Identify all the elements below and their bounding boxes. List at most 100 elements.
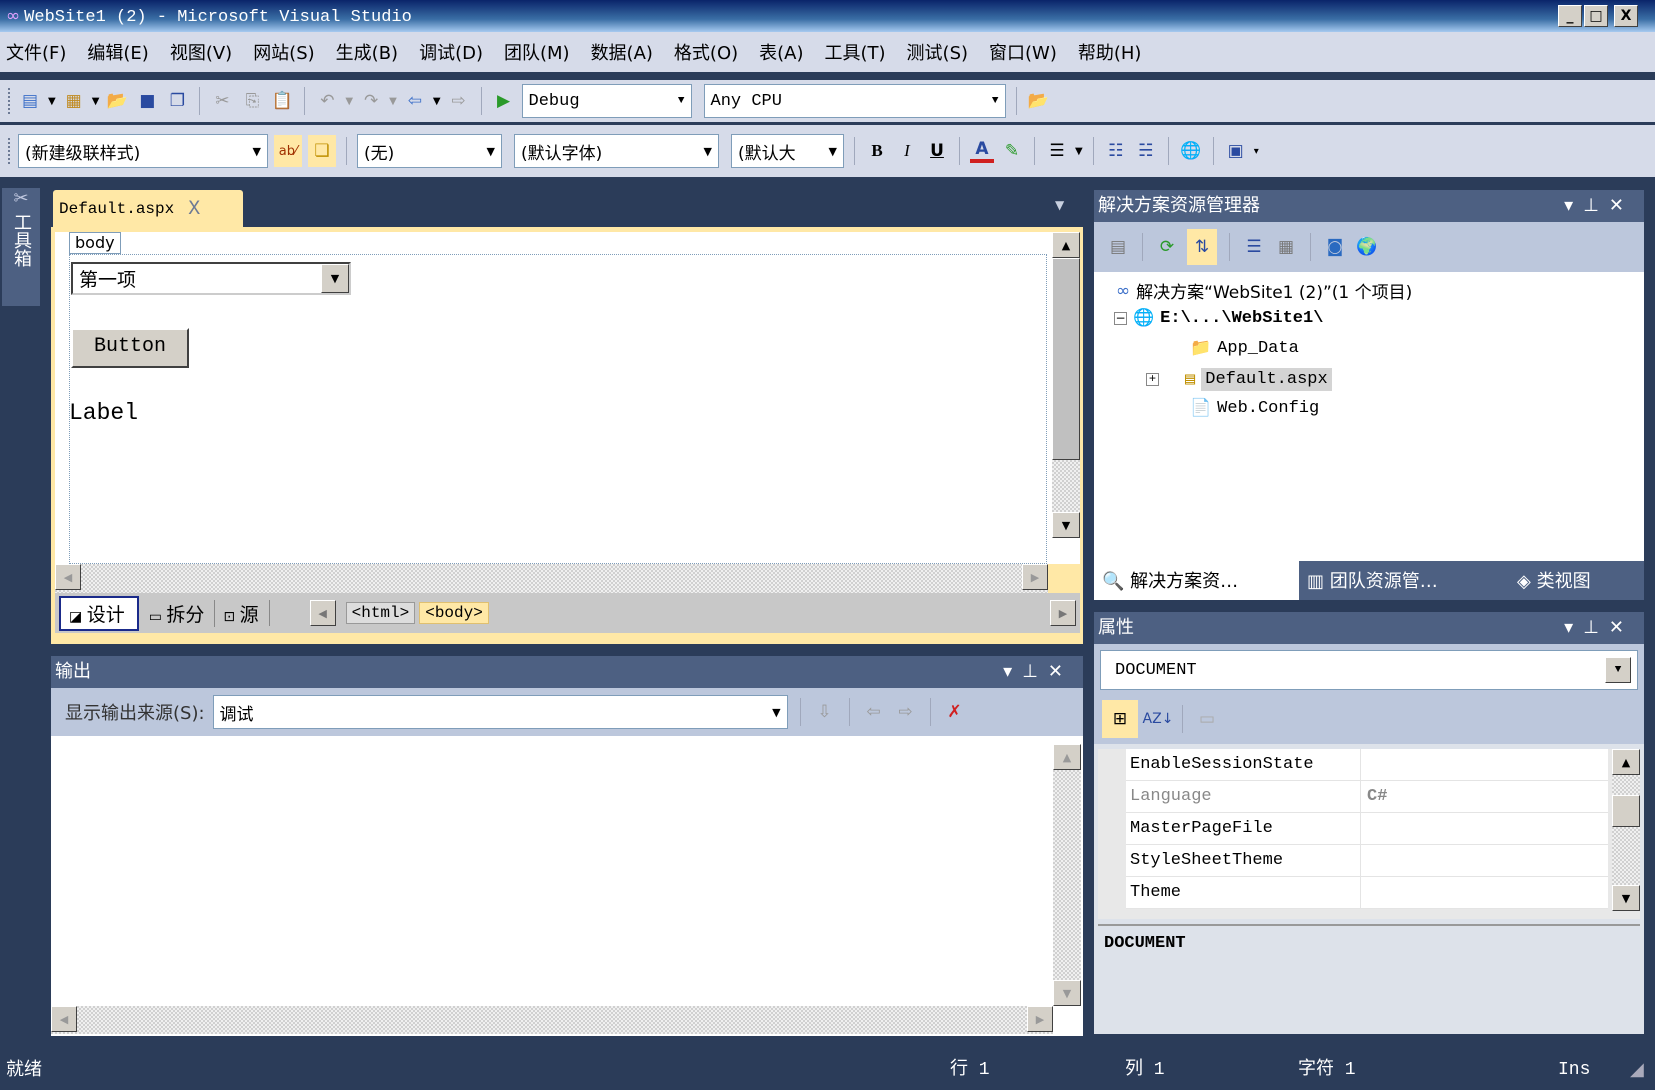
output-horizontal-scrollbar[interactable]: ◀ ▶ xyxy=(51,1006,1053,1034)
new-project-icon[interactable]: ▤ xyxy=(18,89,42,113)
bold-button[interactable]: B xyxy=(865,139,889,163)
label-control[interactable]: Label xyxy=(69,400,138,426)
close-panel-icon[interactable]: ✕ xyxy=(1609,617,1634,638)
next-message-icon[interactable]: ⇨ xyxy=(894,700,918,724)
window-position-icon[interactable]: ▾ xyxy=(1564,195,1583,216)
scroll-up-icon[interactable]: ▲ xyxy=(1612,749,1640,775)
menu-team[interactable]: 团队(M) xyxy=(504,39,570,65)
minimize-button[interactable]: _ xyxy=(1558,5,1582,27)
toolbar-grip[interactable] xyxy=(8,88,12,114)
menu-debug[interactable]: 调试(D) xyxy=(419,39,483,65)
close-window-button[interactable]: X xyxy=(1614,5,1638,27)
solution-configuration-select[interactable]: Debug ▼ xyxy=(521,84,692,118)
toolbox-tab[interactable]: ✂ 工具箱 xyxy=(2,188,40,306)
chevron-down-icon[interactable]: ▼ xyxy=(321,264,349,293)
menu-table[interactable]: 表(A) xyxy=(759,39,803,65)
dropdown-arrow-icon[interactable]: ▼ xyxy=(92,96,100,107)
web-form-icon[interactable]: ▣ xyxy=(1224,139,1248,163)
copy-icon[interactable]: ⎘ xyxy=(240,89,264,113)
font-color-button[interactable]: A xyxy=(970,139,994,163)
source-view-button[interactable]: ⊡ 源 xyxy=(214,599,259,627)
categorized-icon[interactable]: ⊞ xyxy=(1102,700,1138,738)
highlight-color-icon[interactable]: ✎ xyxy=(1000,139,1024,163)
expand-icon[interactable]: + xyxy=(1146,373,1159,386)
underline-button[interactable]: U xyxy=(925,139,949,163)
tree-item-default-aspx[interactable]: + ▤ Default.aspx xyxy=(1146,368,1332,391)
paste-icon[interactable]: 📋 xyxy=(270,89,294,113)
vertical-scrollbar[interactable]: ▲ ▼ xyxy=(1052,232,1080,538)
menu-build[interactable]: 生成(B) xyxy=(336,39,398,65)
menu-view[interactable]: 视图(V) xyxy=(170,39,232,65)
open-folder-icon[interactable]: 📂 xyxy=(105,89,129,113)
property-row[interactable]: EnableSessionState xyxy=(1126,749,1608,781)
properties-icon[interactable]: ▤ xyxy=(1106,235,1130,259)
font-name-select[interactable]: (默认字体) ▼ xyxy=(514,134,719,168)
menu-file[interactable]: 文件(F) xyxy=(6,39,66,65)
pin-icon[interactable]: ⊥ xyxy=(1022,661,1048,682)
resize-grip-icon[interactable]: ◢ xyxy=(1630,1050,1644,1090)
menu-help[interactable]: 帮助(H) xyxy=(1078,39,1142,65)
maximize-button[interactable]: □ xyxy=(1584,5,1608,27)
breadcrumb-html[interactable]: <html> xyxy=(345,602,416,624)
property-grid-scrollbar[interactable]: ▲ ▼ xyxy=(1612,749,1640,911)
menu-data[interactable]: 数据(A) xyxy=(591,39,653,65)
italic-button[interactable]: I xyxy=(895,139,919,163)
scroll-thumb[interactable] xyxy=(1612,795,1640,827)
tree-item-app-data[interactable]: 📁 App_Data xyxy=(1190,338,1299,359)
scroll-right-icon[interactable]: ▶ xyxy=(1022,564,1048,590)
design-view-button[interactable]: ◪ 设计 xyxy=(59,595,139,631)
close-panel-icon[interactable]: ✕ xyxy=(1048,661,1073,682)
view-designer-icon[interactable]: ▦ xyxy=(1274,235,1298,259)
button-control[interactable]: Button xyxy=(71,328,189,368)
scroll-right-icon[interactable]: ▶ xyxy=(1027,1006,1053,1032)
cut-icon[interactable]: ✂ xyxy=(210,89,234,113)
pin-icon[interactable]: ⊥ xyxy=(1583,617,1609,638)
save-icon[interactable]: ■ xyxy=(135,89,159,113)
tree-item-web-config[interactable]: 📄 Web.Config xyxy=(1190,398,1319,419)
view-in-browser-icon[interactable]: ◙ xyxy=(1323,235,1347,259)
dropdown-arrow-icon[interactable]: ▼ xyxy=(389,96,397,107)
toolbar-options-icon[interactable]: ▾ xyxy=(1254,146,1259,157)
body-element[interactable] xyxy=(69,254,1047,564)
refresh-icon[interactable]: ⟳ xyxy=(1155,235,1179,259)
tree-item-solution[interactable]: ∞ 解决方案“WebSite1 (2)”(1 个项目) xyxy=(1116,278,1412,304)
redo-icon[interactable]: ↷ xyxy=(359,89,383,113)
dropdown-arrow-icon[interactable]: ▼ xyxy=(48,96,56,107)
css-style-select[interactable]: (新建级联样式) ▼ xyxy=(18,134,268,168)
solution-folder-icon[interactable]: 📂 xyxy=(1027,89,1051,113)
output-source-select[interactable]: 调试 ▼ xyxy=(212,695,788,729)
pin-icon[interactable]: ⊥ xyxy=(1583,195,1609,216)
dropdownlist-control[interactable]: 第一项 ▼ xyxy=(71,262,351,295)
alphabetical-sort-icon[interactable]: AZ↓ xyxy=(1143,707,1174,731)
asp-net-configuration-icon[interactable]: 🌍 xyxy=(1355,235,1379,259)
dropdown-arrow-icon[interactable]: ▼ xyxy=(433,96,441,107)
bulleted-list-icon[interactable]: ☷ xyxy=(1104,139,1128,163)
previous-message-icon[interactable]: ⇦ xyxy=(862,700,886,724)
clear-all-icon[interactable]: ✗ xyxy=(943,700,967,724)
breadcrumb-body[interactable]: <body> xyxy=(419,602,489,624)
horizontal-scrollbar[interactable]: ◀ ▶ xyxy=(55,564,1048,593)
view-code-icon[interactable]: ☰ xyxy=(1242,235,1266,259)
property-row[interactable]: Theme xyxy=(1126,877,1608,909)
tab-default-aspx[interactable]: Default.aspx X xyxy=(53,190,243,228)
undo-icon[interactable]: ↶ xyxy=(315,89,339,113)
numbered-list-icon[interactable]: ☵ xyxy=(1134,139,1158,163)
design-surface[interactable]: body 第一项 ▼ Button Label ▲ ▼ xyxy=(55,232,1080,564)
scroll-up-icon[interactable]: ▲ xyxy=(1052,232,1080,258)
close-panel-icon[interactable]: ✕ xyxy=(1609,195,1634,216)
style-layers-icon[interactable]: ❏ xyxy=(308,135,336,167)
scroll-down-icon[interactable]: ▼ xyxy=(1612,885,1640,911)
navigate-forward-icon[interactable]: ⇨ xyxy=(447,89,471,113)
toolbar-grip[interactable] xyxy=(8,138,12,164)
scroll-down-icon[interactable]: ▼ xyxy=(1053,980,1081,1006)
add-item-icon[interactable]: ▦ xyxy=(62,89,86,113)
navigate-backward-icon[interactable]: ⇦ xyxy=(403,89,427,113)
document-list-dropdown-icon[interactable]: ▼ xyxy=(1055,198,1064,212)
split-view-button[interactable]: ▭ 拆分 xyxy=(149,600,205,627)
solution-platform-select[interactable]: Any CPU ▼ xyxy=(703,84,1006,118)
start-debugging-icon[interactable]: ▶ xyxy=(492,89,516,113)
property-row[interactable]: StyleSheetTheme xyxy=(1126,845,1608,877)
save-all-icon[interactable]: ❐ xyxy=(165,89,189,113)
menu-tools[interactable]: 工具(T) xyxy=(825,39,886,65)
object-select[interactable]: DOCUMENT ▼ xyxy=(1100,650,1638,690)
